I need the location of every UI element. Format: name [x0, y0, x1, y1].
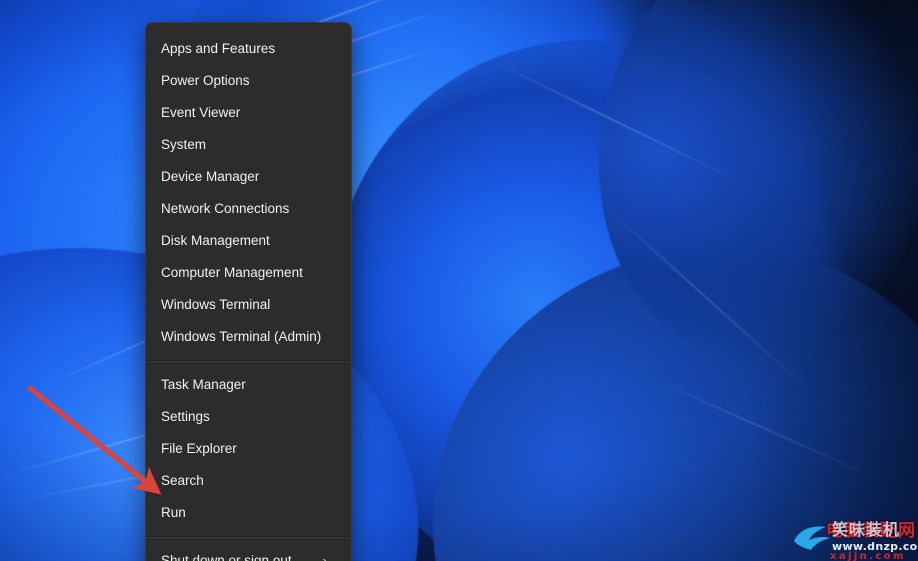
menu-item-label: Run [161, 505, 186, 520]
menu-item-label: System [161, 137, 207, 152]
menu-item-windows-terminal-admin[interactable]: Windows Terminal (Admin) [146, 321, 351, 353]
desktop-wallpaper[interactable] [0, 0, 918, 561]
menu-item-label: Computer Management [161, 265, 303, 280]
menu-item-label: Device Manager [161, 169, 260, 184]
windows-quick-link-menu[interactable]: Apps and Features Power Options Event View… [145, 22, 352, 561]
menu-item-event-viewer[interactable]: Event Viewer [146, 97, 351, 129]
menu-item-label: Network Connections [161, 201, 290, 216]
menu-item-computer-management[interactable]: Computer Management [146, 257, 351, 289]
menu-item-task-manager[interactable]: Task Manager [146, 369, 351, 401]
menu-item-label: Search [161, 473, 204, 488]
menu-item-label: Windows Terminal [161, 297, 271, 312]
menu-item-system[interactable]: System [146, 129, 351, 161]
menu-item-search[interactable]: Search [146, 465, 351, 497]
menu-item-label: Event Viewer [161, 105, 241, 120]
menu-item-file-explorer[interactable]: File Explorer [146, 433, 351, 465]
menu-item-disk-management[interactable]: Disk Management [146, 225, 351, 257]
menu-separator [147, 536, 350, 538]
menu-item-label: Settings [161, 409, 210, 424]
menu-item-label: Task Manager [161, 377, 246, 392]
menu-item-label: Disk Management [161, 233, 270, 248]
menu-item-windows-terminal[interactable]: Windows Terminal [146, 289, 351, 321]
chevron-right-icon: › [322, 553, 327, 561]
menu-item-power-options[interactable]: Power Options [146, 65, 351, 97]
screen: Apps and Features Power Options Event View… [0, 0, 918, 561]
menu-item-label: Apps and Features [161, 41, 276, 56]
menu-item-label: Power Options [161, 73, 250, 88]
menu-item-label: File Explorer [161, 441, 237, 456]
menu-item-shut-down-or-sign-out[interactable]: Shut down or sign out › [146, 545, 351, 561]
menu-separator [147, 360, 350, 362]
menu-item-network-connections[interactable]: Network Connections [146, 193, 351, 225]
menu-item-run[interactable]: Run [146, 497, 351, 529]
wallpaper-vignette [0, 0, 918, 561]
menu-item-device-manager[interactable]: Device Manager [146, 161, 351, 193]
menu-item-settings[interactable]: Settings [146, 401, 351, 433]
menu-item-apps-and-features[interactable]: Apps and Features [146, 33, 351, 65]
menu-item-label: Windows Terminal (Admin) [161, 329, 322, 344]
menu-item-label: Shut down or sign out [161, 553, 292, 561]
